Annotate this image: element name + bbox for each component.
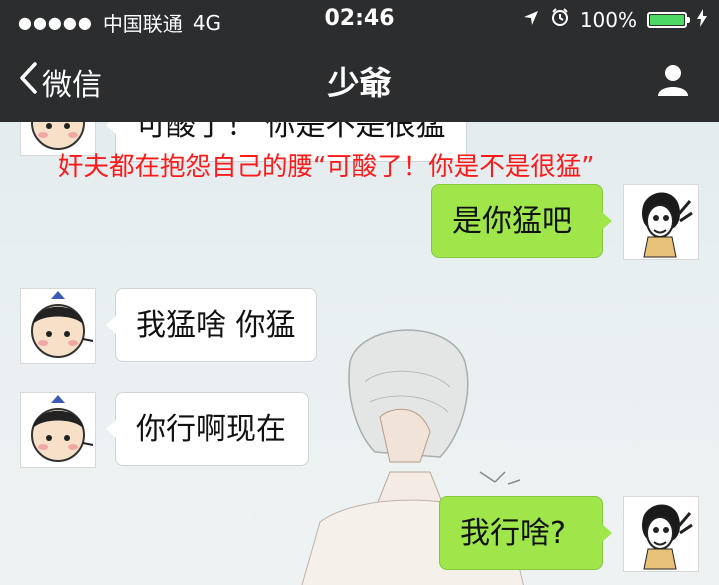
top-bar: ●●●●● 中国联通 4G 02:46 100% 微信 少爺: [0, 0, 719, 122]
message-text: 是你猛吧: [452, 204, 572, 239]
avatar-self[interactable]: [623, 184, 699, 260]
battery-icon: [647, 11, 690, 28]
chat-area[interactable]: 奸夫都在抱怨自己的腰“可酸了！你是不是很猛” 可酸了！ 你是不是很猛 是你猛吧 …: [0, 122, 719, 585]
avatar-contact[interactable]: [20, 392, 96, 468]
message-bubble-in[interactable]: 你行啊现在: [106, 392, 309, 466]
person-icon[interactable]: [655, 62, 691, 102]
message-bubble-out[interactable]: 我行啥?: [439, 496, 612, 570]
message-text: 我行啥?: [460, 516, 566, 551]
message-text: 可酸了！ 你是不是很猛: [136, 122, 446, 143]
message-text: 我猛啥 你猛: [136, 308, 296, 343]
message-bubble-in[interactable]: 我猛啥 你猛: [106, 288, 317, 362]
charging-bolt-icon: [697, 8, 707, 32]
message-text: 你行啊现在: [136, 412, 286, 447]
avatar-contact[interactable]: [20, 288, 96, 364]
status-bar: ●●●●● 中国联通 4G 02:46 100%: [0, 0, 719, 40]
message-bubble-out[interactable]: 是你猛吧: [431, 184, 612, 258]
red-caption-overlay: 奸夫都在抱怨自己的腰“可酸了！你是不是很猛”: [58, 152, 595, 182]
alarm-icon: [550, 7, 570, 32]
location-arrow-icon: [522, 8, 540, 32]
avatar-self[interactable]: [623, 496, 699, 572]
battery-percent: 100%: [579, 7, 637, 32]
navigation-bar: 微信 少爺: [0, 40, 719, 122]
chat-title: 少爺: [327, 64, 392, 102]
